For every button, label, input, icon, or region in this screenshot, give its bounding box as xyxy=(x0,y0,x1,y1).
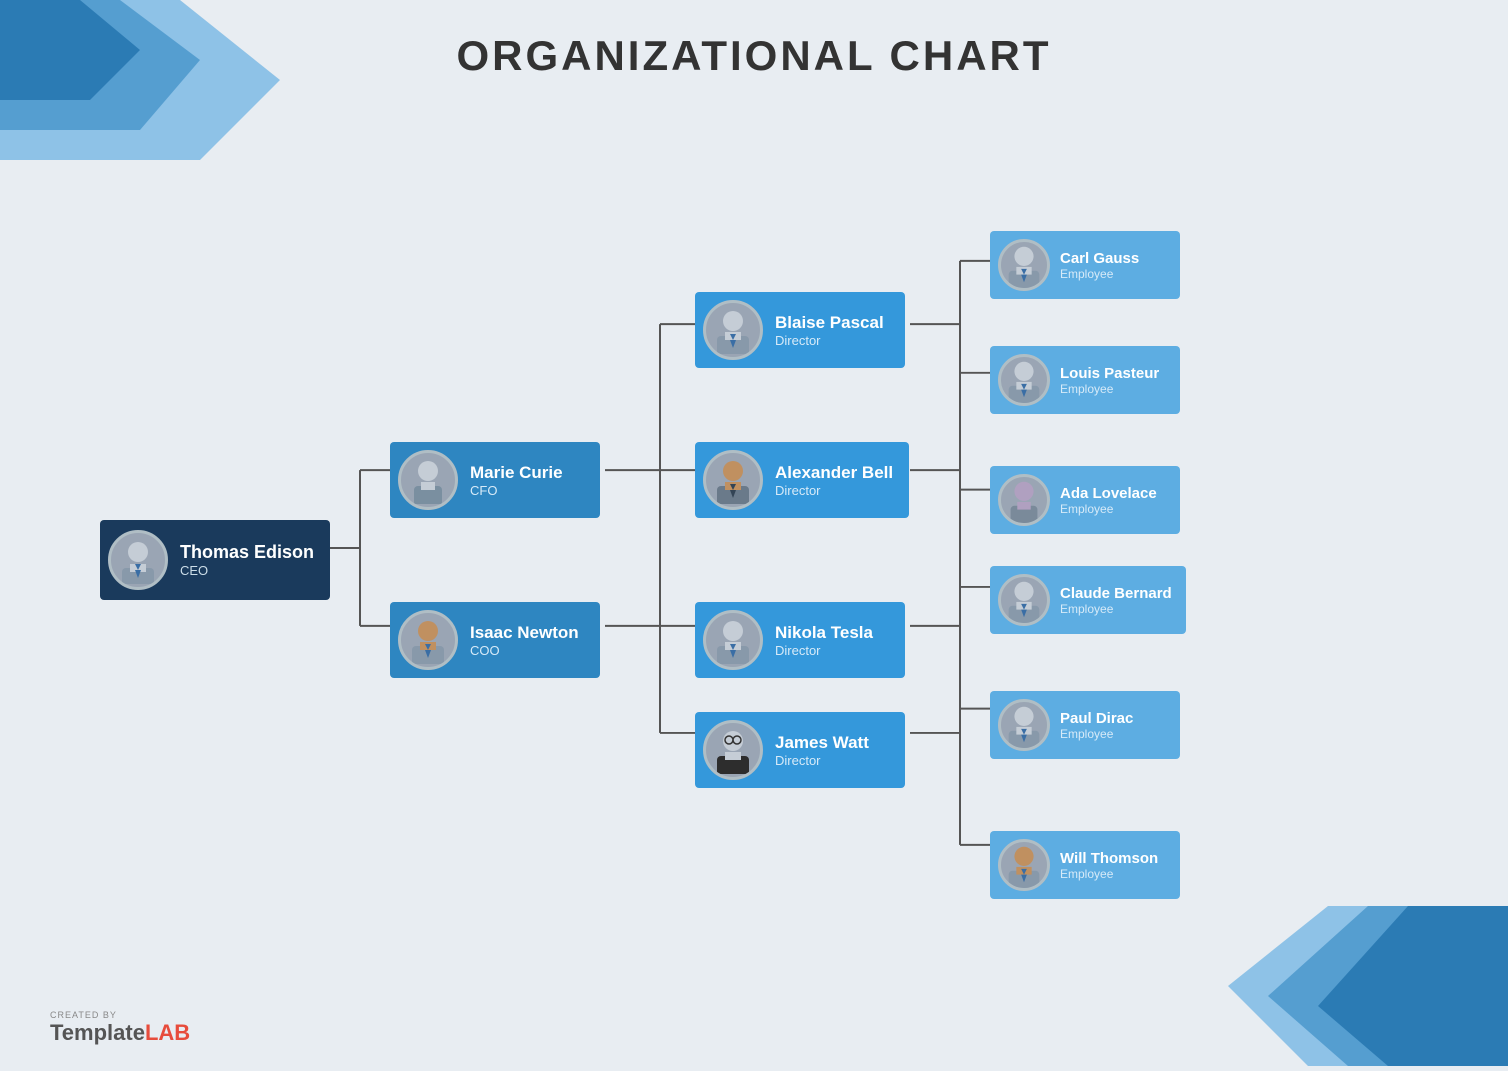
ceo-node: Thomas Edison CEO xyxy=(100,520,330,600)
coo-name: Isaac Newton xyxy=(470,623,579,643)
director-bell-avatar xyxy=(703,450,763,510)
director-bell-node: Alexander Bell Director xyxy=(695,442,909,518)
cfo-title: CFO xyxy=(470,483,563,498)
employee-dirac-name: Paul Dirac xyxy=(1060,710,1133,727)
brand-lab: LAB xyxy=(145,1020,190,1045)
director-tesla-avatar xyxy=(703,610,763,670)
employee-pasteur-name: Louis Pasteur xyxy=(1060,365,1159,382)
employee-bernard-title: Employee xyxy=(1060,602,1172,616)
employee-bernard-avatar xyxy=(998,574,1050,626)
director-bell-title: Director xyxy=(775,483,893,498)
page-title: ORGANIZATIONAL CHART xyxy=(0,32,1508,80)
director-watt-node: James Watt Director xyxy=(695,712,905,788)
employee-bernard-name: Claude Bernard xyxy=(1060,585,1172,602)
employee-lovelace-node: Ada Lovelace Employee xyxy=(990,466,1180,534)
brand-label: TemplateLAB xyxy=(50,1020,190,1046)
director-pascal-node: Blaise Pascal Director xyxy=(695,292,905,368)
director-watt-name: James Watt xyxy=(775,733,869,753)
director-tesla-title: Director xyxy=(775,643,873,658)
cfo-node: Marie Curie CFO xyxy=(390,442,600,518)
director-watt-title: Director xyxy=(775,753,869,768)
director-bell-name: Alexander Bell xyxy=(775,463,893,483)
employee-lovelace-name: Ada Lovelace xyxy=(1060,485,1157,502)
employee-bernard-node: Claude Bernard Employee xyxy=(990,566,1186,634)
employee-lovelace-avatar xyxy=(998,474,1050,526)
employee-thomson-avatar xyxy=(998,839,1050,891)
employee-dirac-node: Paul Dirac Employee xyxy=(990,691,1180,759)
employee-gauss-node: Carl Gauss Employee xyxy=(990,231,1180,299)
created-by-label: CREATED BY xyxy=(50,1010,190,1020)
employee-lovelace-title: Employee xyxy=(1060,502,1157,516)
coo-avatar xyxy=(398,610,458,670)
employee-gauss-avatar xyxy=(998,239,1050,291)
ceo-name: Thomas Edison xyxy=(180,542,314,563)
employee-pasteur-avatar xyxy=(998,354,1050,406)
employee-dirac-avatar xyxy=(998,699,1050,751)
cfo-avatar xyxy=(398,450,458,510)
ceo-title: CEO xyxy=(180,563,314,578)
cfo-name: Marie Curie xyxy=(470,463,563,483)
footer: CREATED BY TemplateLAB xyxy=(50,1010,190,1046)
brand-template: Template xyxy=(50,1020,145,1045)
director-pascal-name: Blaise Pascal xyxy=(775,313,884,333)
employee-thomson-title: Employee xyxy=(1060,867,1158,881)
employee-gauss-title: Employee xyxy=(1060,267,1139,281)
director-watt-avatar xyxy=(703,720,763,780)
employee-dirac-title: Employee xyxy=(1060,727,1133,741)
director-tesla-name: Nikola Tesla xyxy=(775,623,873,643)
employee-pasteur-title: Employee xyxy=(1060,382,1159,396)
director-pascal-title: Director xyxy=(775,333,884,348)
ceo-avatar xyxy=(108,530,168,590)
employee-thomson-name: Will Thomson xyxy=(1060,850,1158,867)
employee-thomson-node: Will Thomson Employee xyxy=(990,831,1180,899)
employee-pasteur-node: Louis Pasteur Employee xyxy=(990,346,1180,414)
coo-node: Isaac Newton COO xyxy=(390,602,600,678)
coo-title: COO xyxy=(470,643,579,658)
director-tesla-node: Nikola Tesla Director xyxy=(695,602,905,678)
employee-gauss-name: Carl Gauss xyxy=(1060,250,1139,267)
director-pascal-avatar xyxy=(703,300,763,360)
